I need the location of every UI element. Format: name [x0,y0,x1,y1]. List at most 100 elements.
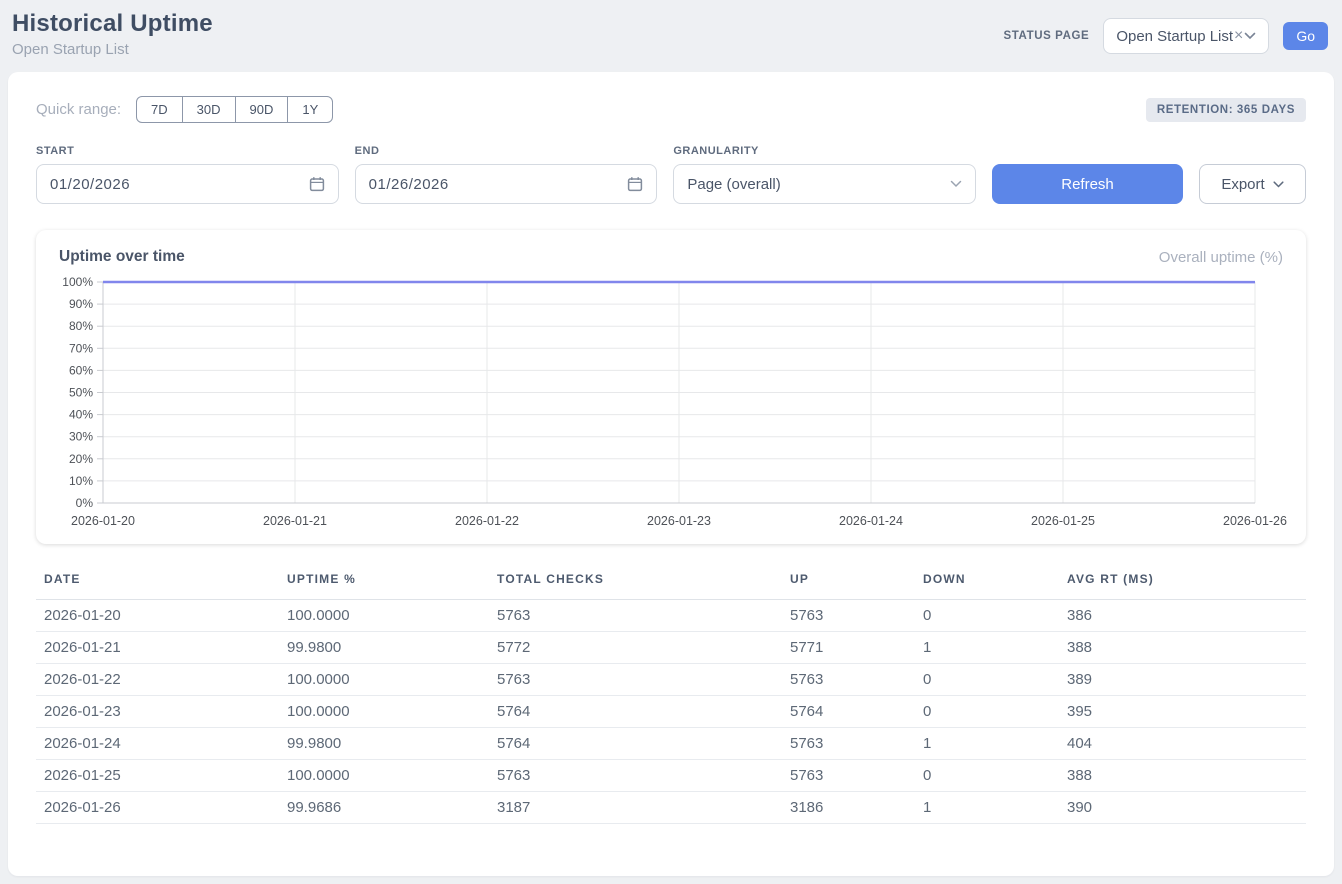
cell-down: 0 [915,696,1059,728]
cell-total-checks: 5764 [489,696,782,728]
page-subtitle: Open Startup List [12,41,213,58]
cell-total-checks: 3187 [489,792,782,824]
chart-header: Uptime over time Overall uptime (%) [59,248,1283,266]
svg-text:2026-01-24: 2026-01-24 [839,514,903,528]
svg-text:2026-01-20: 2026-01-20 [71,514,135,528]
cell-up: 3186 [782,792,915,824]
column-header-up: UP [782,568,915,600]
cell-date: 2026-01-21 [36,632,279,664]
cell-avg-rt-ms: 389 [1059,664,1306,696]
granularity-label: GRANULARITY [673,145,976,157]
svg-text:2026-01-26: 2026-01-26 [1223,514,1287,528]
cell-down: 1 [915,632,1059,664]
quick-range-30d[interactable]: 30D [182,96,236,123]
table-row: 2026-01-2699.9686318731861390 [36,792,1306,824]
quick-range-1y[interactable]: 1Y [287,96,333,123]
svg-text:20%: 20% [69,452,93,466]
end-date-value: 01/26/2026 [369,176,449,193]
chevron-down-icon [1273,181,1284,188]
svg-text:90%: 90% [69,297,93,311]
cell-uptime: 100.0000 [279,760,489,792]
granularity-field-group: GRANULARITY Page (overall) [673,145,976,204]
table-header-row: DATEUPTIME %TOTAL CHECKSUPDOWNAVG RT (MS… [36,568,1306,600]
start-field-group: START 01/20/2026 [36,145,339,204]
cell-uptime: 100.0000 [279,664,489,696]
quick-range-7d[interactable]: 7D [136,96,183,123]
granularity-select[interactable]: Page (overall) [673,164,976,204]
quick-range-wrap: Quick range: 7D30D90D1Y [36,96,333,123]
svg-text:40%: 40% [69,408,93,422]
cell-avg-rt-ms: 404 [1059,728,1306,760]
cell-up: 5763 [782,664,915,696]
status-page-select[interactable]: Open Startup List × [1103,18,1269,54]
granularity-value: Page (overall) [687,176,780,193]
chevron-down-icon [950,180,962,188]
svg-text:2026-01-22: 2026-01-22 [455,514,519,528]
export-label: Export [1221,176,1264,193]
filters-fields-row: START 01/20/2026 END 01/26/2026 GRANULAR… [36,145,1306,204]
start-label: START [36,145,339,157]
cell-up: 5763 [782,728,915,760]
uptime-chart: 0%10%20%30%40%50%60%70%80%90%100%2026-01… [59,272,1288,536]
table-row: 2026-01-20100.0000576357630386 [36,600,1306,632]
cell-total-checks: 5763 [489,664,782,696]
column-header-total-checks: TOTAL CHECKS [489,568,782,600]
cell-up: 5763 [782,760,915,792]
cell-date: 2026-01-26 [36,792,279,824]
cell-date: 2026-01-25 [36,760,279,792]
svg-text:80%: 80% [69,319,93,333]
table-row: 2026-01-25100.0000576357630388 [36,760,1306,792]
cell-uptime: 99.9800 [279,728,489,760]
svg-text:30%: 30% [69,430,93,444]
svg-text:50%: 50% [69,386,93,400]
status-page-controls: STATUS PAGE Open Startup List × Go [1003,18,1328,54]
start-date-value: 01/20/2026 [50,176,130,193]
cell-down: 0 [915,600,1059,632]
cell-down: 0 [915,760,1059,792]
cell-avg-rt-ms: 386 [1059,600,1306,632]
uptime-table: DATEUPTIME %TOTAL CHECKSUPDOWNAVG RT (MS… [36,568,1306,824]
cell-down: 1 [915,728,1059,760]
cell-avg-rt-ms: 388 [1059,632,1306,664]
svg-text:2026-01-21: 2026-01-21 [263,514,327,528]
page-header: Historical Uptime Open Startup List STAT… [0,0,1342,72]
end-label: END [355,145,658,157]
column-header-avg-rt-ms: AVG RT (MS) [1059,568,1306,600]
quick-range-group: 7D30D90D1Y [136,96,333,123]
start-date-input[interactable]: 01/20/2026 [36,164,339,204]
svg-text:70%: 70% [69,341,93,355]
svg-text:100%: 100% [62,275,93,289]
cell-down: 1 [915,792,1059,824]
go-button[interactable]: Go [1283,22,1328,50]
status-page-value: Open Startup List [1116,28,1233,45]
status-page-label: STATUS PAGE [1003,30,1089,42]
cell-uptime: 100.0000 [279,696,489,728]
header-titles: Historical Uptime Open Startup List [12,10,213,58]
retention-badge: RETENTION: 365 DAYS [1146,98,1306,122]
svg-text:2026-01-25: 2026-01-25 [1031,514,1095,528]
export-button[interactable]: Export [1199,164,1306,204]
table-row: 2026-01-2199.9800577257711388 [36,632,1306,664]
cell-date: 2026-01-23 [36,696,279,728]
end-date-input[interactable]: 01/26/2026 [355,164,658,204]
cell-up: 5763 [782,600,915,632]
cell-avg-rt-ms: 388 [1059,760,1306,792]
cell-total-checks: 5763 [489,760,782,792]
cell-date: 2026-01-24 [36,728,279,760]
refresh-button[interactable]: Refresh [992,164,1183,204]
chart-legend: Overall uptime (%) [1159,249,1283,266]
chart-title: Uptime over time [59,248,185,266]
cell-total-checks: 5772 [489,632,782,664]
svg-text:2026-01-23: 2026-01-23 [647,514,711,528]
calendar-icon[interactable] [309,176,325,192]
cell-up: 5771 [782,632,915,664]
clear-icon[interactable]: × [1234,27,1243,45]
main-panel: Quick range: 7D30D90D1Y RETENTION: 365 D… [8,72,1334,876]
cell-date: 2026-01-22 [36,664,279,696]
quick-range-90d[interactable]: 90D [235,96,289,123]
cell-uptime: 100.0000 [279,600,489,632]
cell-uptime: 99.9800 [279,632,489,664]
column-header-down: DOWN [915,568,1059,600]
uptime-chart-card: Uptime over time Overall uptime (%) 0%10… [36,230,1306,544]
calendar-icon[interactable] [627,176,643,192]
